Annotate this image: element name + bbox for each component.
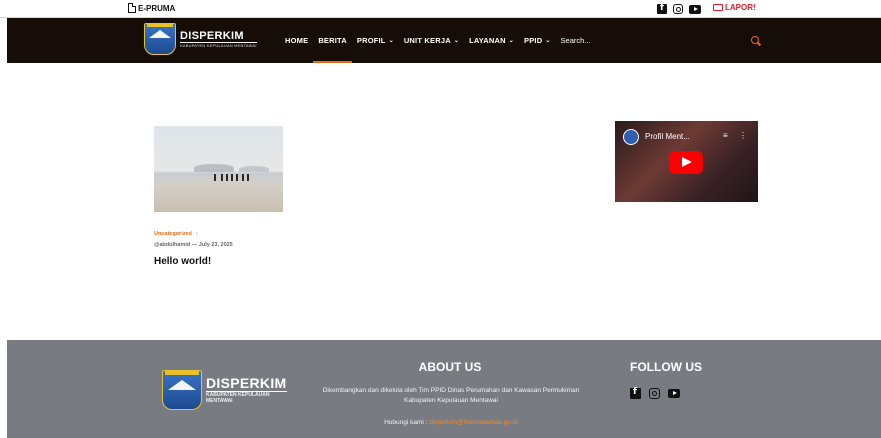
nav-item-layanan[interactable]: LAYANAN ⌄ — [469, 18, 514, 63]
nav-item-ppid[interactable]: PPID ⌄ — [524, 18, 551, 63]
nav-item-profil[interactable]: PROFIL ⌄ — [357, 18, 394, 63]
youtube-icon[interactable] — [668, 389, 680, 398]
facebook-icon[interactable] — [657, 3, 667, 14]
nav-item-unit-kerja[interactable]: UNIT KERJA ⌄ — [404, 18, 459, 63]
search-icon[interactable] — [751, 36, 759, 44]
regency-emblem-icon — [162, 370, 202, 410]
post-title[interactable]: Hello world! — [154, 256, 211, 267]
logo-subtitle: KABUPATEN KEPULAUAN MENTAWAI — [180, 43, 257, 48]
top-social-links — [657, 3, 701, 14]
instagram-icon[interactable] — [673, 4, 683, 14]
post-thumbnail[interactable] — [154, 126, 283, 212]
chevron-down-icon: ⌄ — [508, 38, 514, 44]
chat-icon — [713, 4, 723, 11]
chevron-right-icon: › — [195, 231, 198, 237]
about-heading: ABOUT US — [418, 360, 482, 374]
search-input[interactable]: Search... — [561, 18, 591, 63]
chevron-down-icon: ⌄ — [545, 38, 551, 44]
nav-item-home[interactable]: HOME — [285, 18, 308, 63]
play-button[interactable] — [669, 151, 703, 174]
eprum-link[interactable]: E-PRUMA — [128, 3, 175, 13]
contact-label: Hubungi kami : — [384, 419, 428, 426]
footer-social-links — [630, 387, 680, 399]
eprum-label: E-PRUMA — [138, 3, 176, 13]
post-author[interactable]: @abdulhamid — [154, 242, 190, 248]
logo-title: DISPERKIM — [180, 30, 257, 43]
chevron-down-icon: ⌄ — [388, 38, 394, 44]
lapor-label: LAPOR! — [725, 3, 756, 12]
lapor-link[interactable]: LAPOR! — [713, 3, 756, 12]
youtube-icon[interactable] — [689, 4, 701, 14]
document-icon — [128, 3, 136, 13]
page: E-PRUMA LAPOR! DISPERKIM KABUPATEN KEPUL… — [0, 0, 881, 438]
channel-avatar[interactable] — [623, 129, 639, 145]
footer-logo-subtitle-2: MENTAWAI — [206, 398, 233, 404]
post-date: July 23, 2025 — [198, 242, 233, 248]
post-meta: @abdulhamid — July 23, 2025 — [154, 242, 233, 248]
post-category[interactable]: Uncategorized › — [154, 231, 198, 237]
contact-email-link[interactable]: disperkim@mentawaikab.go.id — [429, 419, 518, 426]
follow-heading: FOLLOW US — [630, 360, 702, 374]
site-header: DISPERKIM KABUPATEN KEPULAUAN MENTAWAI H… — [7, 18, 881, 63]
regency-emblem-icon — [144, 23, 176, 55]
facebook-icon[interactable] — [630, 387, 641, 399]
site-logo[interactable]: DISPERKIM KABUPATEN KEPULAUAN MENTAWAI — [144, 23, 257, 55]
main-nav: HOME BERITA PROFIL ⌄ UNIT KERJA ⌄ LAYANAN ⌄… — [285, 18, 591, 63]
top-bar: E-PRUMA LAPOR! — [0, 0, 881, 18]
footer-logo-title: DISPERKIM — [206, 375, 287, 392]
chevron-down-icon: ⌄ — [453, 38, 460, 44]
video-title[interactable]: Profil Ment... — [645, 132, 690, 141]
more-vert-icon[interactable]: ⋮ — [739, 131, 747, 140]
instagram-icon[interactable] — [649, 388, 660, 399]
footer-logo[interactable]: DISPERKIM KABUPATEN KEPULAUAN MENTAWAI — [162, 370, 287, 410]
about-text: Dikembangkan dan dikelola oleh Tim PPID … — [322, 387, 580, 404]
contact-line: Hubungi kami : disperkim@mentawaikab.go.… — [319, 419, 583, 426]
youtube-embed[interactable]: Profil Ment... ≡ ⋮ — [615, 121, 758, 202]
nav-item-berita[interactable]: BERITA — [313, 18, 352, 63]
playlist-icon[interactable]: ≡ — [723, 131, 728, 140]
site-footer: DISPERKIM KABUPATEN KEPULAUAN MENTAWAI A… — [7, 340, 881, 438]
